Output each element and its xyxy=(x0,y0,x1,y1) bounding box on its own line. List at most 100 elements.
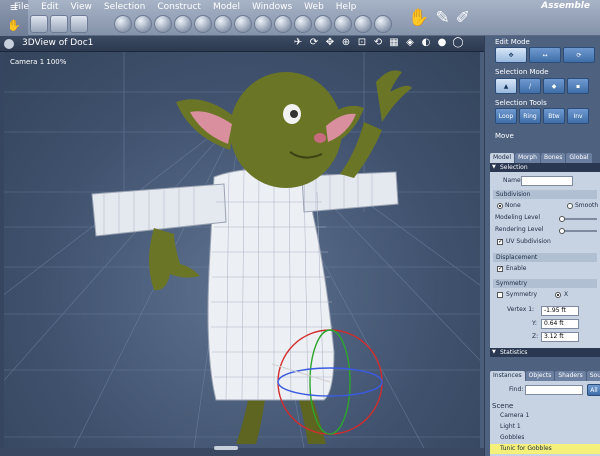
all-button[interactable]: All xyxy=(587,384,600,396)
menu-web[interactable]: Web xyxy=(298,0,330,14)
frame-icon[interactable]: ⊡ xyxy=(356,37,368,49)
light-mode-icon[interactable]: ● xyxy=(436,37,448,49)
main-tools xyxy=(30,14,392,34)
zoom-view-icon[interactable]: ⊕ xyxy=(340,37,352,49)
displacement-enable-checkbox[interactable] xyxy=(497,265,503,272)
scene-item-camera[interactable]: Camera 1 xyxy=(490,411,600,421)
symmetry-check-label: Symmetry xyxy=(506,291,538,298)
torus-primitive-icon[interactable] xyxy=(194,15,212,33)
reset-view-icon[interactable]: ⟲ xyxy=(372,37,384,49)
tab-morph[interactable]: Morph xyxy=(515,153,540,163)
rendering-level-knob[interactable] xyxy=(559,228,565,234)
select-edge-button[interactable]: / xyxy=(519,78,541,94)
edit-mode-move-button[interactable]: ✥ xyxy=(495,47,527,63)
paint-room-icon[interactable]: ✐ xyxy=(456,8,470,28)
scene-item-gobbles[interactable]: Gobbles xyxy=(490,433,600,443)
vertex-z-field[interactable]: 3.12 ft xyxy=(541,332,579,342)
menu-file[interactable]: File xyxy=(0,0,35,14)
selection-mode-buttons: ▲ / ◆ ▪ xyxy=(495,78,589,94)
layout-icon[interactable]: ▦ xyxy=(388,37,400,49)
rendering-level-slider[interactable] xyxy=(559,228,597,234)
symmetry-axis-x-radio[interactable] xyxy=(555,292,561,298)
plane-primitive-icon[interactable] xyxy=(214,15,232,33)
ring-button[interactable]: Ring xyxy=(519,108,541,124)
symmetry-checkbox[interactable] xyxy=(497,292,503,298)
hand-room-icon[interactable]: ✋ xyxy=(408,8,429,28)
magnet-icon[interactable] xyxy=(374,15,392,33)
vertex-x-field[interactable]: -1.95 ft xyxy=(541,306,579,316)
edit-mode-rotate-button[interactable]: ⟳ xyxy=(563,47,595,63)
viewport-title: 3DView of Doc1 xyxy=(22,38,94,48)
uv-subdivision-checkbox[interactable] xyxy=(497,238,503,245)
render-mode-icon[interactable]: ◯ xyxy=(452,37,464,49)
symmetry-axis-x-label: X xyxy=(564,291,569,298)
between-button[interactable]: Btw xyxy=(543,108,565,124)
modeling-level-slider[interactable] xyxy=(559,216,597,222)
group-icon[interactable] xyxy=(334,15,352,33)
menu-selection[interactable]: Selection xyxy=(98,0,151,14)
camera-select-icon[interactable]: ✈ xyxy=(292,37,304,49)
light-icon[interactable] xyxy=(234,15,252,33)
vertex-y-field[interactable]: 0.64 ft xyxy=(541,319,579,329)
rotate-view-icon[interactable]: ⟳ xyxy=(308,37,320,49)
symmetry-group-header: Symmetry xyxy=(493,279,597,288)
find-field[interactable] xyxy=(525,385,583,395)
select-object-button[interactable]: ▪ xyxy=(567,78,589,94)
brush-tool-icon[interactable] xyxy=(30,15,48,33)
select-vertex-button[interactable]: ▲ xyxy=(495,78,517,94)
camera-icon[interactable] xyxy=(254,15,272,33)
cone-primitive-icon[interactable] xyxy=(174,15,192,33)
text-icon[interactable] xyxy=(294,15,312,33)
viewport-scroll-handle[interactable] xyxy=(214,446,238,450)
bone-icon[interactable] xyxy=(314,15,332,33)
edit-mode-scale-button[interactable]: ↔ xyxy=(529,47,561,63)
properties-tabs: Model Morph Bones Global xyxy=(490,153,592,163)
menu-help[interactable]: Help xyxy=(330,0,363,14)
subdivision-smooth-radio[interactable] xyxy=(567,203,573,209)
modeling-level-knob[interactable] xyxy=(559,216,565,222)
hand-tool-icon[interactable]: ✋ xyxy=(6,19,22,33)
render-area-icon[interactable] xyxy=(354,15,372,33)
name-field[interactable] xyxy=(521,176,573,186)
move-label: Move xyxy=(495,132,514,140)
sphere-primitive-icon[interactable] xyxy=(114,15,132,33)
tab-shaders[interactable]: Shaders xyxy=(555,371,586,381)
close-icon[interactable] xyxy=(4,39,14,49)
figure-icon[interactable] xyxy=(274,15,292,33)
tab-global[interactable]: Global xyxy=(566,153,592,163)
select-face-button[interactable]: ◆ xyxy=(543,78,565,94)
scene-item-tunic[interactable]: Tunic for Gobbles xyxy=(490,444,600,454)
pen-tool-icon[interactable] xyxy=(50,15,68,33)
scene-item-light[interactable]: Light 1 xyxy=(490,422,600,432)
room-title: Assemble xyxy=(541,1,590,11)
menu-construct[interactable]: Construct xyxy=(151,0,207,14)
invert-button[interactable]: Inv xyxy=(567,108,589,124)
right-panel: Edit Mode ✥ ↔ ⟳ Selection Mode ▲ / ◆ ▪ S… xyxy=(484,36,600,456)
subdivision-smooth-label: Smooth xyxy=(575,202,599,209)
perspective-icon[interactable]: ◈ xyxy=(404,37,416,49)
loop-button[interactable]: Loop xyxy=(495,108,517,124)
subdivision-none-radio[interactable] xyxy=(497,203,503,209)
menu-model[interactable]: Model xyxy=(207,0,246,14)
stamp-tool-icon[interactable] xyxy=(70,15,88,33)
feather-room-icon[interactable]: ✎ xyxy=(436,8,450,28)
tab-sounds[interactable]: Sou xyxy=(586,371,600,381)
subdivision-none-label: None xyxy=(505,202,521,209)
statistics-section-header[interactable]: Statistics xyxy=(490,348,600,357)
cylinder-primitive-icon[interactable] xyxy=(154,15,172,33)
selection-section-header[interactable]: Selection xyxy=(490,163,600,172)
menu-view[interactable]: View xyxy=(65,0,98,14)
menu-edit[interactable]: Edit xyxy=(35,0,64,14)
find-label: Find: xyxy=(509,386,524,393)
pan-view-icon[interactable]: ✥ xyxy=(324,37,336,49)
tab-bones[interactable]: Bones xyxy=(540,153,566,163)
tab-instances[interactable]: Instances xyxy=(490,371,525,381)
cube-primitive-icon[interactable] xyxy=(134,15,152,33)
tab-model[interactable]: Model xyxy=(490,153,515,163)
name-label: Name: xyxy=(503,177,523,184)
3d-viewport[interactable]: Camera 1 100% xyxy=(4,52,480,448)
menu-windows[interactable]: Windows xyxy=(246,0,298,14)
tab-objects[interactable]: Objects xyxy=(525,371,555,381)
room-tools: ✋ ✎ ✐ xyxy=(408,0,470,36)
shading-mode-icon[interactable]: ◐ xyxy=(420,37,432,49)
